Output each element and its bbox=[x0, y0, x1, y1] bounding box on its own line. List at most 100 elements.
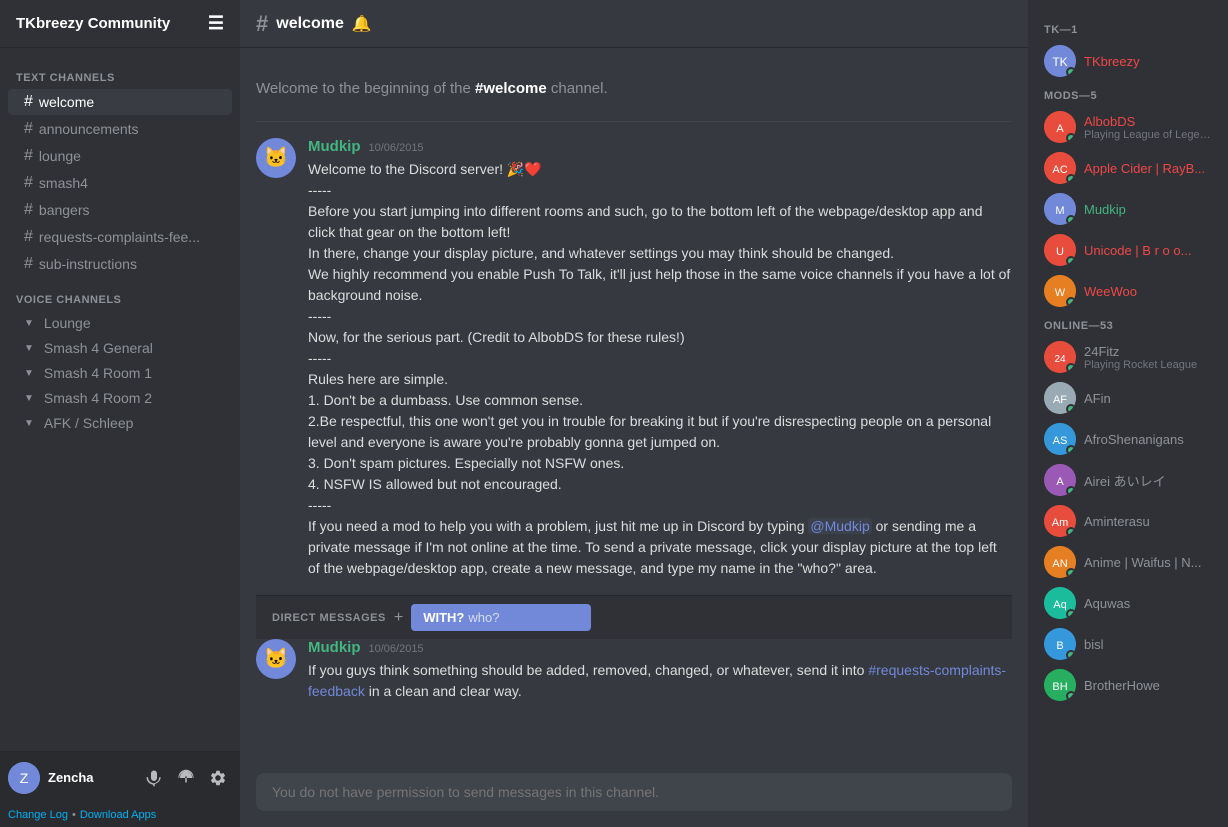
changelog-link[interactable]: Change Log bbox=[8, 809, 68, 821]
member-item-24fitz[interactable]: 24 24Fitz Playing Rocket League bbox=[1036, 337, 1220, 377]
member-info: Aminterasu bbox=[1084, 514, 1212, 529]
status-indicator bbox=[1066, 404, 1076, 414]
status-indicator bbox=[1066, 133, 1076, 143]
channel-start: Welcome to the beginning of the #welcome… bbox=[256, 64, 1012, 122]
notification-bell-icon[interactable]: 🔔 bbox=[352, 14, 372, 34]
message-group: 🐱 Mudkip 10/06/2015 If you guys think so… bbox=[256, 639, 1012, 702]
message-header: Mudkip 10/06/2015 bbox=[308, 639, 1012, 656]
channel-item-bangers[interactable]: # bangers bbox=[8, 197, 232, 223]
download-apps-link[interactable]: Download Apps bbox=[80, 809, 156, 821]
member-item-brotherhowe[interactable]: BH BrotherHowe bbox=[1036, 665, 1220, 705]
deafen-button[interactable] bbox=[172, 764, 200, 792]
collapse-arrow-icon: ▼ bbox=[24, 343, 34, 354]
member-name: AFin bbox=[1084, 391, 1212, 406]
user-avatar: Z bbox=[8, 762, 40, 794]
voice-channel-lounge[interactable]: ▼ Lounge bbox=[8, 311, 232, 335]
member-info: BrotherHowe bbox=[1084, 678, 1212, 693]
avatar: W bbox=[1044, 275, 1076, 307]
member-item-aminterasu[interactable]: Am Aminterasu bbox=[1036, 501, 1220, 541]
hash-icon: # bbox=[24, 93, 33, 111]
member-item-airei[interactable]: A Airei あいレイ bbox=[1036, 460, 1220, 500]
message-group: 🐱 Mudkip 10/06/2015 Welcome to the Disco… bbox=[256, 138, 1012, 579]
voice-channel-name: Lounge bbox=[44, 315, 91, 331]
member-info: Unicode | B r o o... bbox=[1084, 243, 1212, 258]
status-indicator bbox=[1066, 609, 1076, 619]
dm-input-box[interactable]: WITH? who? bbox=[411, 604, 591, 631]
member-name: Anime | Waifus | N... bbox=[1084, 555, 1212, 570]
voice-channel-smash4room1[interactable]: ▼ Smash 4 Room 1 bbox=[8, 361, 232, 385]
mods-section-header: MODS—5 bbox=[1036, 82, 1220, 106]
member-info: Anime | Waifus | N... bbox=[1084, 555, 1212, 570]
online-section-header: ONLINE—53 bbox=[1036, 312, 1220, 336]
member-item-tkbreezy[interactable]: TK TKbreezy bbox=[1036, 41, 1220, 81]
server-name: TKbreezy Community bbox=[16, 15, 170, 32]
dm-add-button[interactable]: + bbox=[394, 609, 403, 627]
svg-text:Aq: Aq bbox=[1053, 599, 1066, 611]
status-indicator bbox=[1066, 215, 1076, 225]
member-info: Apple Cider | RayB... bbox=[1084, 161, 1212, 176]
member-item-afin[interactable]: AF AFin bbox=[1036, 378, 1220, 418]
member-item-mudkip[interactable]: M Mudkip bbox=[1036, 189, 1220, 229]
status-indicator bbox=[1066, 256, 1076, 266]
status-indicator bbox=[1066, 568, 1076, 578]
channel-item-smash4[interactable]: # smash4 bbox=[8, 170, 232, 196]
message-content: Mudkip 10/06/2015 If you guys think some… bbox=[308, 639, 1012, 702]
member-item-weewoo[interactable]: W WeeWoo bbox=[1036, 271, 1220, 311]
member-name: WeeWoo bbox=[1084, 284, 1212, 299]
status-indicator bbox=[1066, 174, 1076, 184]
member-item-applecider[interactable]: AC Apple Cider | RayB... bbox=[1036, 148, 1220, 188]
voice-channel-name: Smash 4 General bbox=[44, 340, 153, 356]
svg-text:24: 24 bbox=[1054, 354, 1066, 365]
status-indicator bbox=[1066, 363, 1076, 373]
voice-channel-smash4general[interactable]: ▼ Smash 4 General bbox=[8, 336, 232, 360]
channel-item-welcome[interactable]: # welcome bbox=[8, 89, 232, 115]
channel-name: welcome bbox=[39, 94, 94, 110]
voice-channel-name: Smash 4 Room 2 bbox=[44, 390, 152, 406]
member-info: AlbobDS Playing League of Legends bbox=[1084, 114, 1212, 141]
status-indicator bbox=[1066, 297, 1076, 307]
channel-item-lounge[interactable]: # lounge bbox=[8, 143, 232, 169]
channel-link[interactable]: #requests-complaints-feedback bbox=[308, 662, 1006, 699]
text-channels-header: TEXT CHANNELS bbox=[0, 56, 240, 88]
svg-text:🐱: 🐱 bbox=[264, 647, 289, 670]
avatar: AC bbox=[1044, 152, 1076, 184]
member-item-aquwas[interactable]: Aq Aquwas bbox=[1036, 583, 1220, 623]
hamburger-icon[interactable]: ☰ bbox=[208, 13, 224, 34]
member-info: AFin bbox=[1084, 391, 1212, 406]
chat-input[interactable] bbox=[256, 773, 1012, 811]
member-info: WeeWoo bbox=[1084, 284, 1212, 299]
channel-item-requests[interactable]: # requests-complaints-fee... bbox=[8, 224, 232, 250]
member-item-bisl[interactable]: B bisl bbox=[1036, 624, 1220, 664]
status-indicator bbox=[1066, 650, 1076, 660]
member-item-albobds[interactable]: A AlbobDS Playing League of Legends bbox=[1036, 107, 1220, 147]
member-name: Mudkip bbox=[1084, 202, 1212, 217]
channel-item-sub-instructions[interactable]: # sub-instructions bbox=[8, 251, 232, 277]
member-info: AfroShenanigans bbox=[1084, 432, 1212, 447]
avatar: B bbox=[1044, 628, 1076, 660]
svg-text:TK: TK bbox=[1052, 55, 1067, 69]
mute-button[interactable] bbox=[140, 764, 168, 792]
channel-item-announcements[interactable]: # announcements bbox=[8, 116, 232, 142]
member-item-afroshenanigans[interactable]: AS AfroShenanigans bbox=[1036, 419, 1220, 459]
avatar: BH bbox=[1044, 669, 1076, 701]
voice-channel-smash4room2[interactable]: ▼ Smash 4 Room 2 bbox=[8, 386, 232, 410]
svg-text:🐱: 🐱 bbox=[264, 146, 289, 169]
dm-bar: DIRECT MESSAGES + WITH? who? bbox=[256, 595, 1012, 639]
svg-text:M: M bbox=[1055, 205, 1064, 217]
avatar: A bbox=[1044, 111, 1076, 143]
member-item-unicode[interactable]: U Unicode | B r o o... bbox=[1036, 230, 1220, 270]
member-info: Airei あいレイ bbox=[1084, 471, 1212, 490]
voice-channel-afk[interactable]: ▼ AFK / Schleep bbox=[8, 411, 232, 435]
collapse-arrow-icon: ▼ bbox=[24, 418, 34, 429]
member-info: TKbreezy bbox=[1084, 54, 1212, 69]
settings-button[interactable] bbox=[204, 764, 232, 792]
server-header[interactable]: TKbreezy Community ☰ bbox=[0, 0, 240, 48]
voice-channel-name: AFK / Schleep bbox=[44, 415, 134, 431]
status-indicator bbox=[1066, 691, 1076, 701]
member-name: TKbreezy bbox=[1084, 54, 1212, 69]
member-info: Aquwas bbox=[1084, 596, 1212, 611]
message-text: If you guys think something should be ad… bbox=[308, 660, 1012, 702]
voice-channels-header: VOICE CHANNELS bbox=[0, 278, 240, 310]
member-item-anime[interactable]: AN Anime | Waifus | N... bbox=[1036, 542, 1220, 582]
status-indicator bbox=[1066, 445, 1076, 455]
